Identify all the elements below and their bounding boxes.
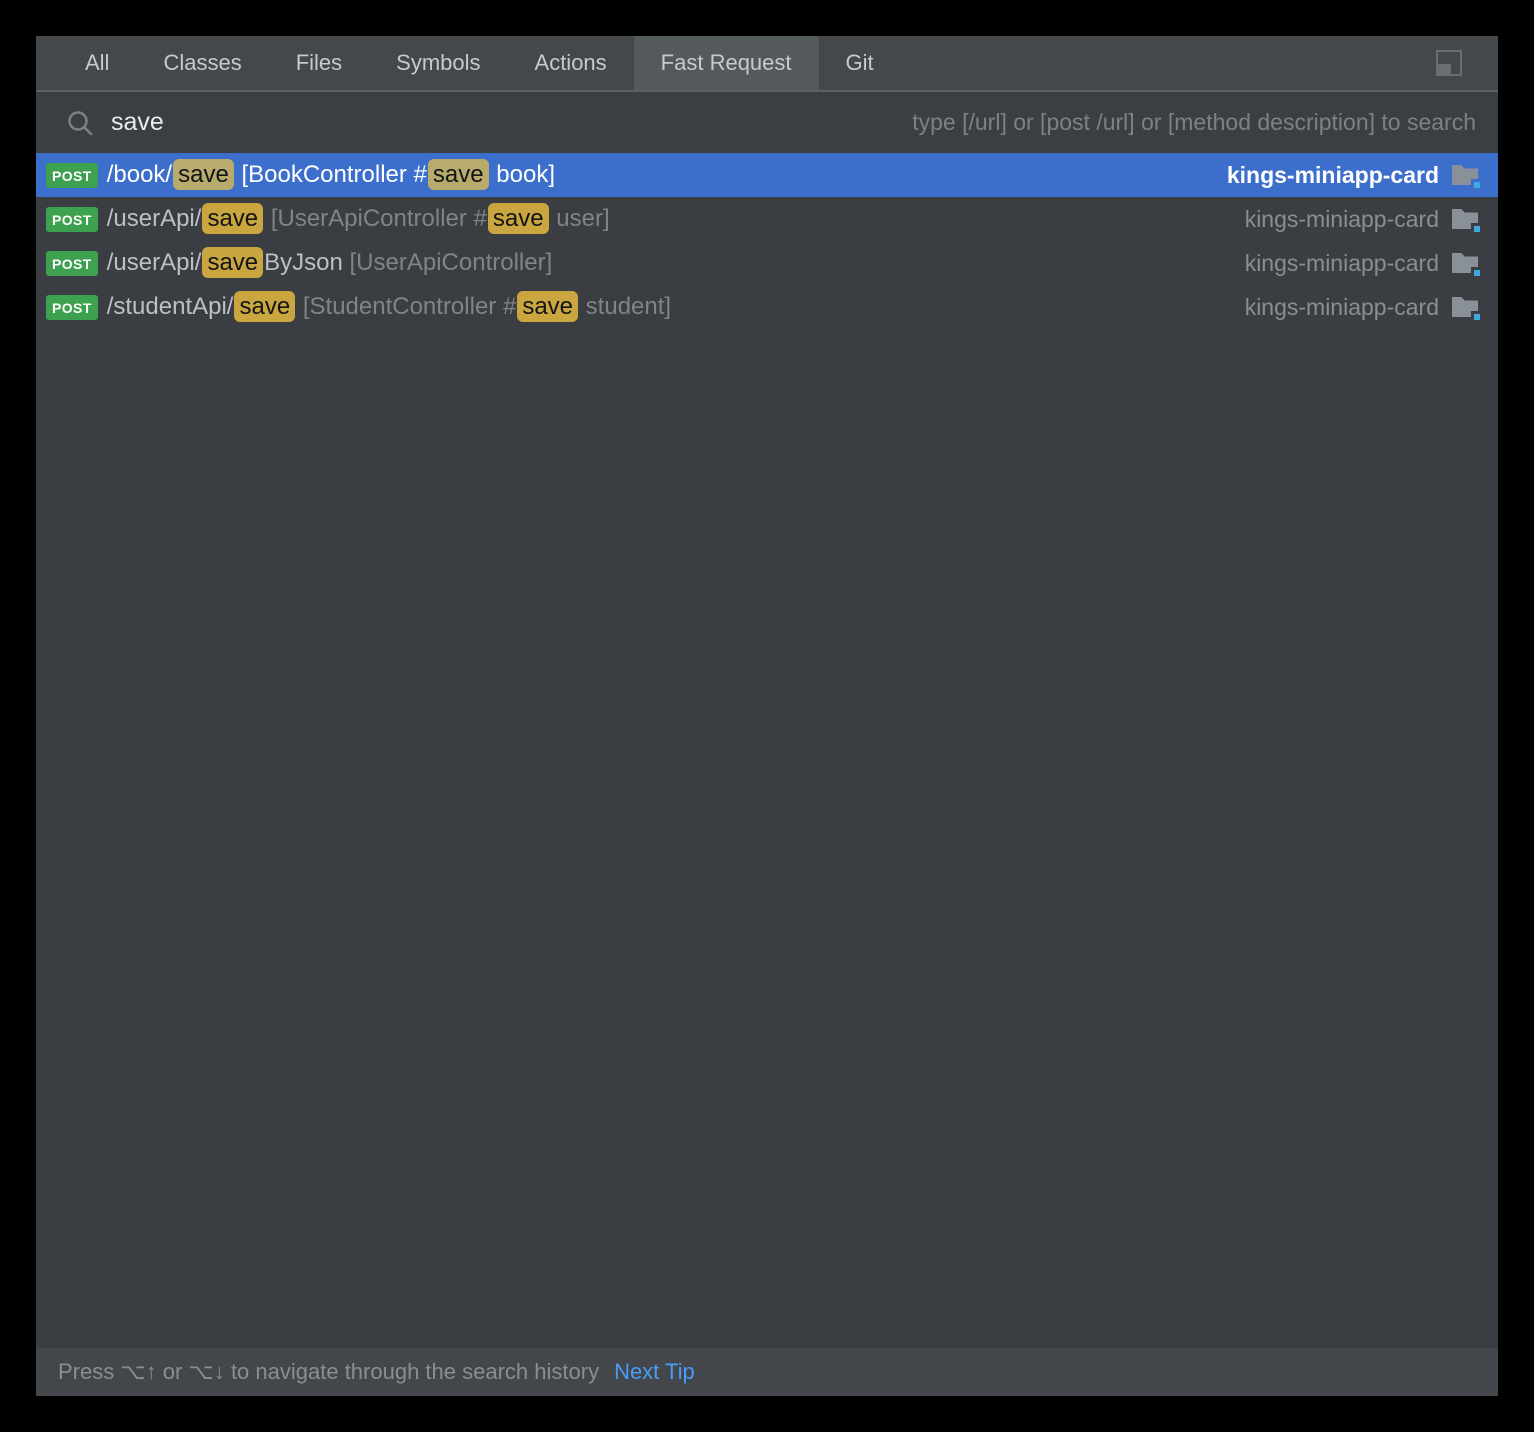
- tab-fast-request[interactable]: Fast Request: [634, 36, 819, 90]
- match-highlight: save: [488, 203, 549, 234]
- tab-all[interactable]: All: [58, 36, 136, 90]
- module-name: kings-miniapp-card: [1227, 162, 1439, 189]
- next-tip-link[interactable]: Next Tip: [614, 1359, 695, 1385]
- tab-classes[interactable]: Classes: [136, 36, 268, 90]
- match-highlight: save: [517, 291, 578, 322]
- tabbar-spacer: [901, 36, 1436, 90]
- tab-symbols[interactable]: Symbols: [369, 36, 507, 90]
- module-folder-accent: [1471, 311, 1483, 323]
- search-everywhere-dialog: All Classes Files Symbols Actions Fast R…: [36, 36, 1498, 1396]
- route-text: /userApi/saveByJson [UserApiController]: [107, 249, 553, 277]
- module-folder-accent: [1471, 223, 1483, 235]
- route-text: /studentApi/save [StudentController #sav…: [107, 293, 671, 321]
- http-method-badge: POST: [46, 163, 98, 188]
- match-highlight: save: [202, 203, 263, 234]
- result-row[interactable]: POST /userApi/saveByJson [UserApiControl…: [36, 241, 1498, 285]
- tab-label: Actions: [535, 50, 607, 76]
- status-text: Press ⌥↑ or ⌥↓ to navigate through the s…: [58, 1359, 599, 1385]
- tab-git[interactable]: Git: [819, 36, 901, 90]
- results-list: POST /book/save [BookController #save bo…: [36, 153, 1498, 1348]
- tab-label: All: [85, 50, 109, 76]
- result-row[interactable]: POST /book/save [BookController #save bo…: [36, 153, 1498, 197]
- module-name: kings-miniapp-card: [1245, 294, 1439, 321]
- tab-list: All Classes Files Symbols Actions Fast R…: [58, 36, 901, 90]
- route-text: /book/save [BookController #save book]: [107, 161, 555, 189]
- search-icon: [66, 109, 94, 137]
- result-row[interactable]: POST /userApi/save [UserApiController #s…: [36, 197, 1498, 241]
- match-highlight: save: [173, 159, 234, 190]
- tab-label: Symbols: [396, 50, 480, 76]
- module-name: kings-miniapp-card: [1245, 250, 1439, 277]
- tab-actions[interactable]: Actions: [508, 36, 634, 90]
- search-input[interactable]: [111, 108, 912, 137]
- http-method-badge: POST: [46, 295, 98, 320]
- search-hint: type [/url] or [post /url] or [method de…: [912, 109, 1476, 136]
- tab-label: Fast Request: [661, 50, 792, 76]
- route-text: /userApi/save [UserApiController #save u…: [107, 205, 610, 233]
- tab-files[interactable]: Files: [269, 36, 369, 90]
- tab-bar: All Classes Files Symbols Actions Fast R…: [36, 36, 1498, 92]
- module-folder-accent: [1471, 267, 1483, 279]
- module-name: kings-miniapp-card: [1245, 206, 1439, 233]
- tab-label: Classes: [163, 50, 241, 76]
- open-in-find-window-icon[interactable]: [1436, 50, 1462, 76]
- module-folder-icon: [1452, 295, 1480, 319]
- module-folder-accent: [1471, 179, 1483, 191]
- module-folder-icon: [1452, 163, 1480, 187]
- http-method-badge: POST: [46, 207, 98, 232]
- http-method-badge: POST: [46, 251, 98, 276]
- match-highlight: save: [202, 247, 263, 278]
- match-highlight: save: [234, 291, 295, 322]
- tab-label: Files: [296, 50, 342, 76]
- match-highlight: save: [428, 159, 489, 190]
- module-folder-icon: [1452, 251, 1480, 275]
- tab-label: Git: [846, 50, 874, 76]
- status-bar: Press ⌥↑ or ⌥↓ to navigate through the s…: [36, 1348, 1498, 1396]
- result-row[interactable]: POST /studentApi/save [StudentController…: [36, 285, 1498, 329]
- module-folder-icon: [1452, 207, 1480, 231]
- search-bar: type [/url] or [post /url] or [method de…: [36, 92, 1498, 153]
